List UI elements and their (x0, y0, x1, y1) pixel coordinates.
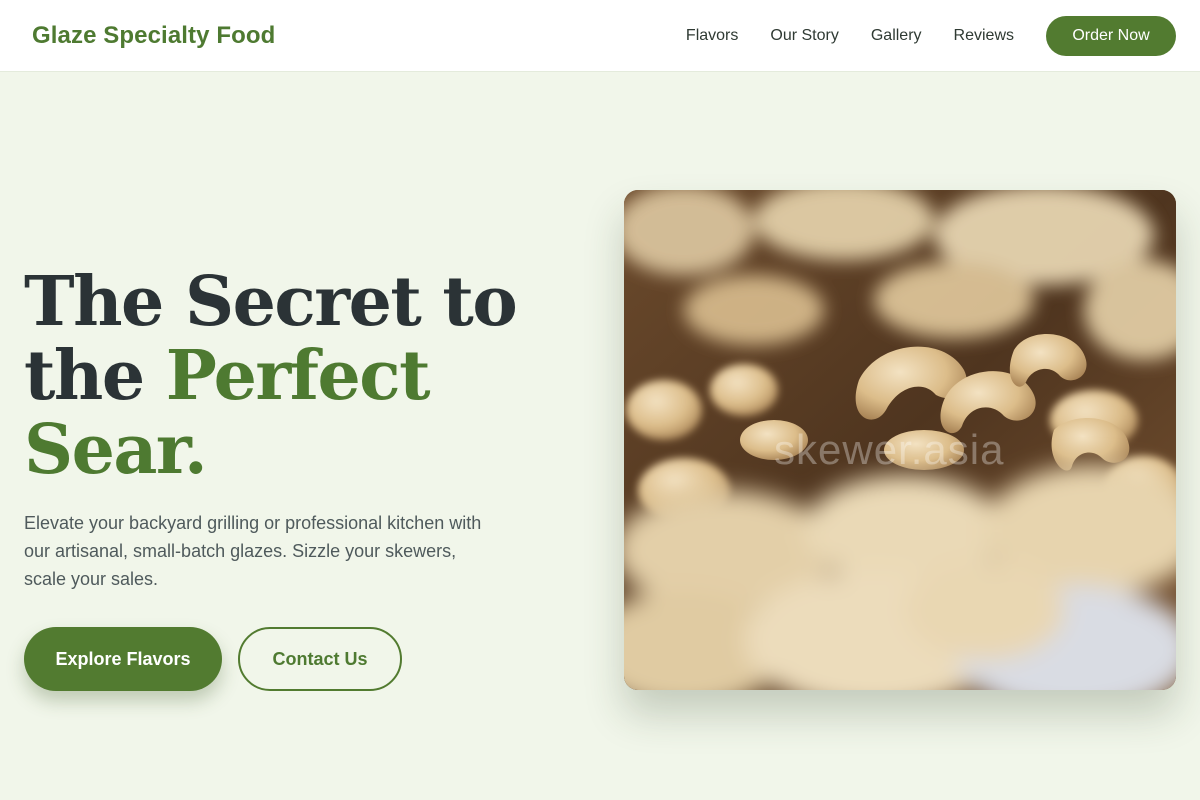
order-now-button[interactable]: Order Now (1046, 15, 1176, 56)
brand-logo[interactable]: Glaze Specialty Food (32, 22, 275, 50)
nav-link-flavors[interactable]: Flavors (686, 27, 738, 45)
contact-us-button[interactable]: Contact Us (238, 627, 402, 691)
explore-flavors-button[interactable]: Explore Flavors (24, 627, 222, 691)
hero-section: The Secret to the Perfect Sear. Elevate … (24, 265, 604, 691)
main-nav: Flavors Our Story Gallery Reviews Order … (654, 15, 1176, 56)
site-header: Glaze Specialty Food Flavors Our Story G… (0, 0, 1200, 72)
nav-link-gallery[interactable]: Gallery (871, 27, 922, 45)
headline-line-2-prefix: the (24, 336, 166, 416)
hero-subtext: Elevate your backyard grilling or profes… (24, 513, 482, 589)
headline-line-1: The Secret to (24, 262, 518, 342)
nav-link-reviews[interactable]: Reviews (954, 27, 1014, 45)
cta-row: Explore Flavors Contact Us (24, 627, 604, 691)
hero-image: skewer.asia (624, 190, 1176, 690)
nav-link-our-story[interactable]: Our Story (770, 27, 838, 45)
image-watermark: skewer.asia (774, 426, 1005, 473)
hero-headline: The Secret to the Perfect Sear. (24, 265, 604, 487)
